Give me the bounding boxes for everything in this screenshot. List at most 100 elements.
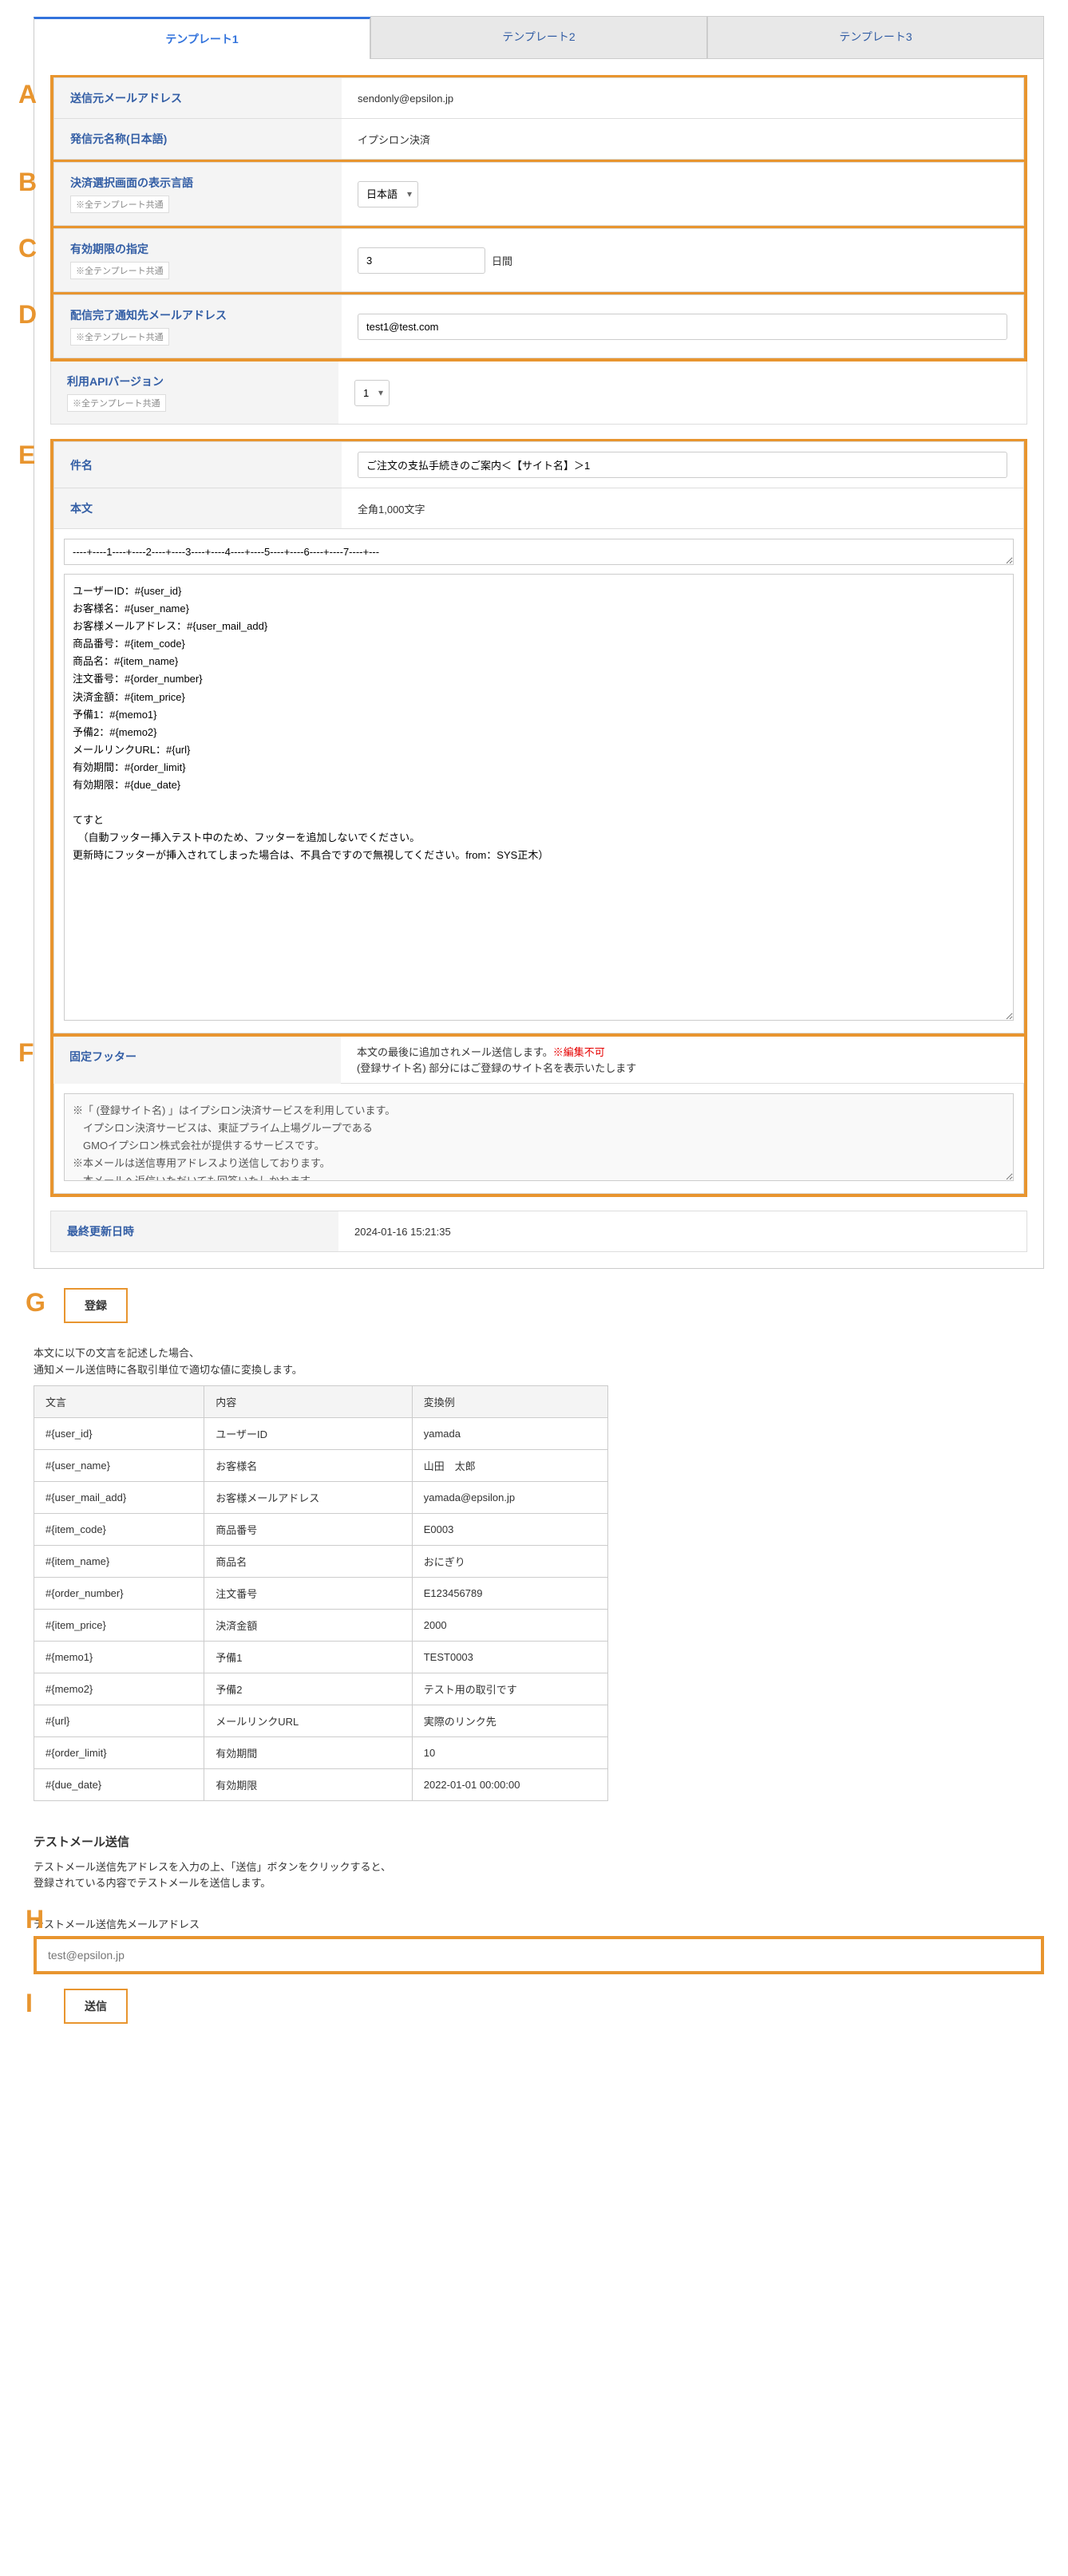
table-cell: #{memo1} [34, 1641, 204, 1673]
marker-b: B [18, 169, 37, 195]
table-cell: #{url} [34, 1705, 204, 1736]
send-button[interactable]: 送信 [64, 1989, 128, 2024]
select-api-version[interactable]: 1 [354, 380, 390, 406]
table-cell: #{item_code} [34, 1513, 204, 1545]
table-cell: 2022-01-01 00:00:00 [412, 1768, 607, 1800]
table-row: #{order_number}注文番号E123456789 [34, 1577, 608, 1609]
table-cell: テスト用の取引です [412, 1673, 607, 1705]
template-tabs: テンプレート1 テンプレート2 テンプレート3 [34, 16, 1044, 59]
table-row: #{item_name}商品名おにぎり [34, 1545, 608, 1577]
table-cell: TEST0003 [412, 1641, 607, 1673]
label-body: 本文 [54, 488, 342, 528]
tab-template-2[interactable]: テンプレート2 [370, 16, 707, 58]
value-last-update: 2024-01-16 15:21:35 [338, 1211, 1026, 1251]
table-cell: 決済金額 [204, 1609, 412, 1641]
table-cell: ユーザーID [204, 1417, 412, 1449]
table-cell: 10 [412, 1736, 607, 1768]
label-subject: 件名 [54, 442, 342, 488]
label-body-limit: 全角1,000文字 [342, 488, 1023, 528]
table-cell: 実際のリンク先 [412, 1705, 607, 1736]
table-cell: 商品番号 [204, 1513, 412, 1545]
value-sender-address: sendonly@epsilon.jp [342, 78, 1023, 118]
table-cell: #{order_limit} [34, 1736, 204, 1768]
textarea-body[interactable]: ユーザーID：#{user_id} お客様名：#{user_name} お客様メ… [64, 574, 1014, 1021]
table-cell: 予備2 [204, 1673, 412, 1705]
table-cell: #{item_name} [34, 1545, 204, 1577]
label-notify-addr: 配信完了通知先メールアドレス [70, 307, 326, 323]
vars-note: 本文に以下の文言を記述した場合、 通知メール送信時に各取引単位で適切な値に変換し… [34, 1345, 1044, 1379]
template-content: A 送信元メールアドレス sendonly@epsilon.jp 発信元名称(日… [34, 59, 1044, 1269]
table-cell: 予備1 [204, 1641, 412, 1673]
marker-d: D [18, 302, 37, 327]
table-cell: 商品名 [204, 1545, 412, 1577]
table-cell: #{user_mail_add} [34, 1481, 204, 1513]
table-row: #{user_name}お客様名山田 太郎 [34, 1449, 608, 1481]
table-cell: お客様名 [204, 1449, 412, 1481]
table-row: #{order_limit}有効期間10 [34, 1736, 608, 1768]
table-cell: #{memo2} [34, 1673, 204, 1705]
label-display-lang: 決済選択画面の表示言語 [70, 175, 326, 191]
table-cell: 有効期間 [204, 1736, 412, 1768]
table-cell: おにぎり [412, 1545, 607, 1577]
table-cell: 有効期限 [204, 1768, 412, 1800]
table-cell: #{due_date} [34, 1768, 204, 1800]
vars-th-1: 文言 [34, 1385, 204, 1417]
input-expiry-days[interactable] [358, 247, 485, 274]
tab-template-3[interactable]: テンプレート3 [707, 16, 1044, 58]
label-sender-address: 送信元メールアドレス [54, 78, 342, 118]
label-api-version: 利用APIバージョン [67, 373, 322, 389]
input-notify-addr[interactable] [358, 314, 1007, 340]
test-mail-title: テストメール送信 [34, 1833, 1044, 1850]
marker-c: C [18, 235, 37, 261]
table-cell: E123456789 [412, 1577, 607, 1609]
label-fixed-footer: 固定フッター [53, 1037, 341, 1084]
table-cell: yamada [412, 1417, 607, 1449]
marker-f: F [18, 1040, 34, 1065]
table-cell: メールリンクURL [204, 1705, 412, 1736]
table-cell: #{user_id} [34, 1417, 204, 1449]
tab-template-1[interactable]: テンプレート1 [34, 17, 370, 59]
footer-desc: 本文の最後に追加されメール送信します。※編集不可 (登録サイト名) 部分にはご登… [341, 1037, 1024, 1084]
table-cell: #{order_number} [34, 1577, 204, 1609]
label-common-sub-1: ※全テンプレート共通 [70, 196, 169, 213]
label-common-sub-2: ※全テンプレート共通 [70, 262, 169, 279]
table-row: #{user_mail_add}お客様メールアドレスyamada@epsilon… [34, 1481, 608, 1513]
label-last-update: 最終更新日時 [51, 1211, 338, 1251]
vars-table: 文言 内容 変換例 #{user_id}ユーザーIDyamada#{user_n… [34, 1385, 608, 1801]
table-cell: E0003 [412, 1513, 607, 1545]
marker-h: H [26, 1906, 44, 1932]
table-row: #{memo2}予備2テスト用の取引です [34, 1673, 608, 1705]
table-cell: #{item_price} [34, 1609, 204, 1641]
input-subject[interactable] [358, 452, 1007, 478]
label-days-suffix: 日間 [492, 253, 512, 268]
label-common-sub-4: ※全テンプレート共通 [67, 394, 166, 412]
table-row: #{url}メールリンクURL実際のリンク先 [34, 1705, 608, 1736]
label-expiry: 有効期限の指定 [70, 241, 326, 257]
table-row: #{memo1}予備1TEST0003 [34, 1641, 608, 1673]
table-row: #{user_id}ユーザーIDyamada [34, 1417, 608, 1449]
marker-e: E [18, 442, 35, 468]
vars-th-3: 変換例 [412, 1385, 607, 1417]
marker-i: I [26, 1990, 33, 2016]
table-cell: 注文番号 [204, 1577, 412, 1609]
label-common-sub-3: ※全テンプレート共通 [70, 328, 169, 346]
table-cell: #{user_name} [34, 1449, 204, 1481]
table-cell: お客様メールアドレス [204, 1481, 412, 1513]
select-display-lang[interactable]: 日本語 [358, 181, 418, 207]
input-test-mail[interactable] [37, 1939, 1041, 1971]
register-button[interactable]: 登録 [64, 1288, 128, 1323]
table-cell: 山田 太郎 [412, 1449, 607, 1481]
label-sender-name: 発信元名称(日本語) [54, 119, 342, 159]
table-row: #{item_code}商品番号E0003 [34, 1513, 608, 1545]
table-cell: yamada@epsilon.jp [412, 1481, 607, 1513]
table-row: #{item_price}決済金額2000 [34, 1609, 608, 1641]
table-cell: 2000 [412, 1609, 607, 1641]
textarea-separator[interactable]: ----+----1----+----2----+----3----+----4… [64, 539, 1014, 565]
marker-a: A [18, 81, 37, 107]
test-mail-label: テストメール送信先メールアドレス [34, 1916, 1044, 1931]
marker-g: G [26, 1290, 45, 1315]
value-sender-name: イプシロン決済 [342, 119, 1023, 159]
vars-th-2: 内容 [204, 1385, 412, 1417]
textarea-fixed-footer: ※「 (登録サイト名) 」はイプシロン決済サービスを利用しています。 イプシロン… [64, 1093, 1014, 1181]
table-row: #{due_date}有効期限2022-01-01 00:00:00 [34, 1768, 608, 1800]
